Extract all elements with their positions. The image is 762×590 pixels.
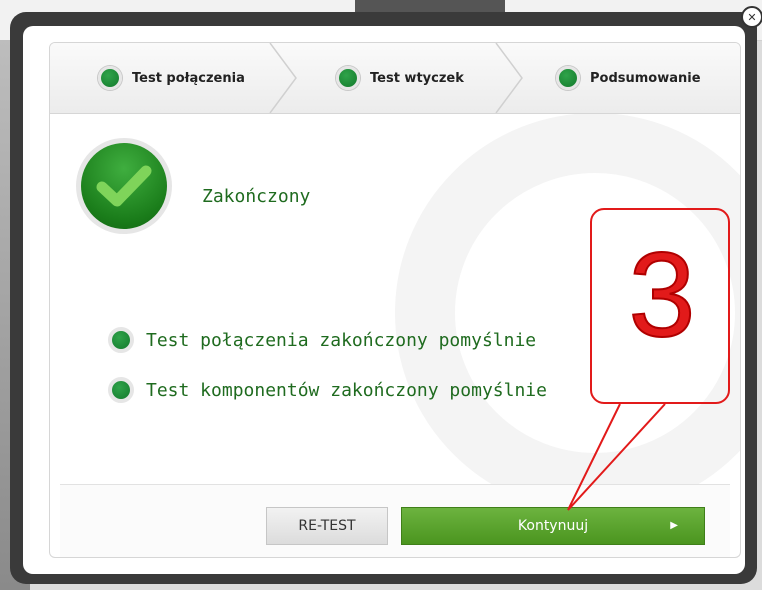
annotation-number: 3 [628, 228, 697, 362]
